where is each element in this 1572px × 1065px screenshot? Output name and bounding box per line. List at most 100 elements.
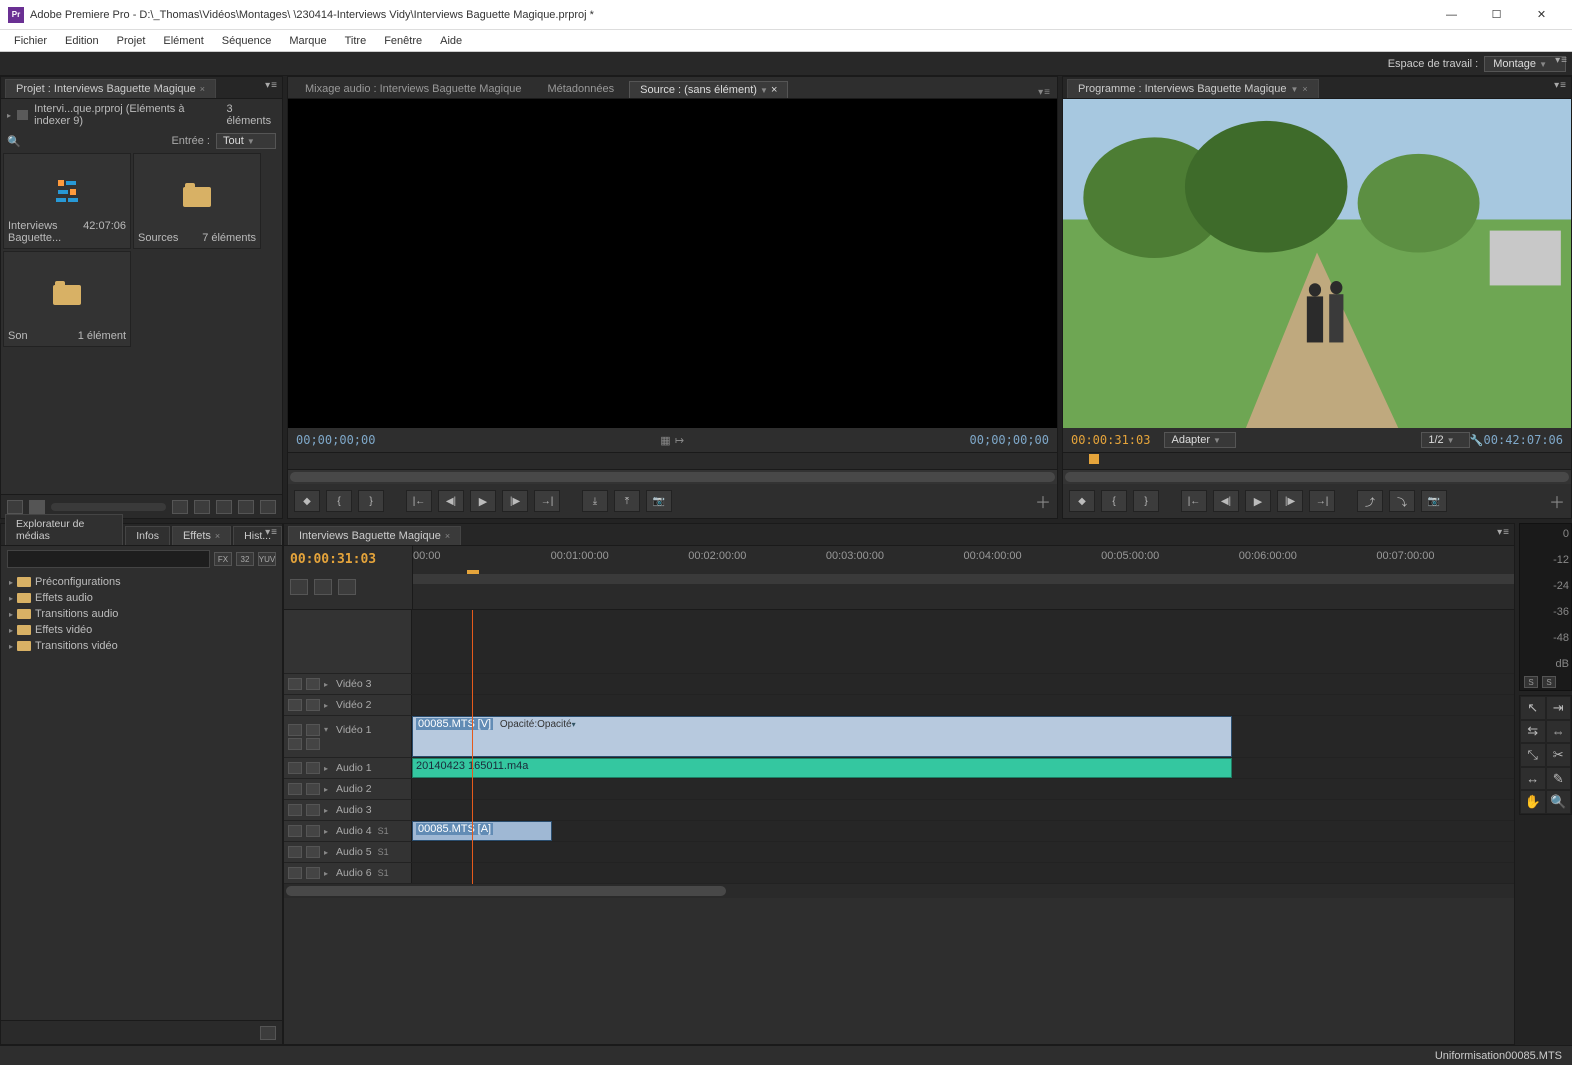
clip-audio-4[interactable]: 00085.MTS [A] bbox=[412, 821, 552, 841]
settings-icon[interactable]: ▦ bbox=[659, 434, 673, 446]
source-in-timecode[interactable]: 00;00;00;00 bbox=[296, 433, 375, 447]
new-bin-icon[interactable] bbox=[216, 500, 232, 514]
toggle-track-output-icon[interactable] bbox=[288, 699, 302, 711]
pen-tool[interactable]: ✎ bbox=[1546, 767, 1572, 791]
entry-select[interactable]: Tout ▼ bbox=[216, 133, 276, 149]
menu-sequence[interactable]: Séquence bbox=[214, 33, 280, 49]
step-forward-button[interactable]: |▶ bbox=[502, 490, 528, 512]
toggle-sync-lock-icon[interactable] bbox=[306, 867, 320, 879]
toggle-sync-lock-icon[interactable] bbox=[306, 724, 320, 736]
source-panel-menu-icon[interactable]: ▾≡ bbox=[1038, 87, 1051, 98]
new-custom-bin-icon[interactable] bbox=[260, 1026, 276, 1040]
program-fit-select[interactable]: Adapter ▼ bbox=[1164, 432, 1235, 448]
mute-icon[interactable] bbox=[288, 783, 302, 795]
minimize-button[interactable]: — bbox=[1429, 0, 1474, 30]
zoom-tool[interactable]: 🔍 bbox=[1546, 790, 1572, 814]
32bit-badge[interactable]: 32 bbox=[236, 552, 254, 566]
workspace-select[interactable]: Montage ▼ bbox=[1484, 56, 1566, 72]
mute-icon[interactable] bbox=[288, 846, 302, 858]
tab-effets[interactable]: Effets × bbox=[172, 526, 231, 545]
toggle-track-output-icon[interactable] bbox=[288, 678, 302, 690]
icon-view-icon[interactable] bbox=[29, 500, 45, 514]
fx-node-video-transitions[interactable]: ▸Transitions vidéo bbox=[5, 638, 278, 654]
mute-icon[interactable] bbox=[288, 804, 302, 816]
mute-icon[interactable] bbox=[288, 825, 302, 837]
project-tab[interactable]: Projet : Interviews Baguette Magique× bbox=[5, 79, 216, 98]
track-audio-6[interactable]: ▸Audio 6S1 bbox=[284, 863, 1514, 884]
menu-aide[interactable]: Aide bbox=[432, 33, 470, 49]
toggle-sync-lock-icon[interactable] bbox=[306, 783, 320, 795]
rolling-edit-tool[interactable]: ⇔ bbox=[1546, 720, 1572, 744]
add-marker-button[interactable]: ◆ bbox=[294, 490, 320, 512]
slip-tool[interactable]: ↔ bbox=[1520, 767, 1546, 791]
selection-tool[interactable]: ↖ bbox=[1520, 696, 1546, 720]
button-editor-icon[interactable]: ＋ bbox=[1549, 489, 1565, 513]
step-back-button[interactable]: ◀| bbox=[438, 490, 464, 512]
close-button[interactable]: ✕ bbox=[1519, 0, 1564, 30]
go-to-in-button[interactable]: |← bbox=[406, 490, 432, 512]
rate-stretch-tool[interactable]: ⤡ bbox=[1520, 743, 1546, 767]
mark-out-button[interactable]: } bbox=[1133, 490, 1159, 512]
fx-node-audio-effects[interactable]: ▸Effets audio bbox=[5, 590, 278, 606]
toggle-sync-lock-icon[interactable] bbox=[306, 825, 320, 837]
track-video-1[interactable]: ▾Vidéo 1 00085.MTS [V] Opacité:Opacité▾ bbox=[284, 716, 1514, 758]
search-icon[interactable]: 🔍 bbox=[7, 135, 21, 147]
yuv-badge[interactable]: YUV bbox=[258, 552, 276, 566]
project-panel-menu-icon[interactable]: ▾≡ bbox=[265, 80, 278, 91]
mute-icon[interactable] bbox=[288, 867, 302, 879]
timeline-h-scrollbar[interactable] bbox=[284, 884, 1514, 898]
track-video-3[interactable]: ▸Vidéo 3 bbox=[284, 674, 1514, 695]
keyframe-nav-icon[interactable] bbox=[306, 738, 320, 750]
insert-button[interactable]: ⤓ bbox=[582, 490, 608, 512]
keyframe-display-icon[interactable] bbox=[288, 738, 302, 750]
project-item-sequence[interactable]: Interviews Baguette...42:07:06 bbox=[3, 153, 131, 249]
playhead-line[interactable] bbox=[472, 610, 473, 884]
fx-node-presets[interactable]: ▸Préconfigurations bbox=[5, 574, 278, 590]
thumb-size-slider[interactable] bbox=[51, 503, 166, 511]
step-forward-button[interactable]: |▶ bbox=[1277, 490, 1303, 512]
source-time-ruler[interactable] bbox=[288, 452, 1057, 470]
timeline-panel-menu-icon[interactable]: ▾≡ bbox=[1497, 527, 1510, 538]
toggle-sync-lock-icon[interactable] bbox=[306, 699, 320, 711]
playhead-marker-icon[interactable] bbox=[1089, 454, 1099, 464]
razor-tool[interactable]: ✂ bbox=[1546, 743, 1572, 767]
menu-titre[interactable]: Titre bbox=[337, 33, 375, 49]
toggle-sync-lock-icon[interactable] bbox=[306, 762, 320, 774]
track-video-2[interactable]: ▸Vidéo 2 bbox=[284, 695, 1514, 716]
effects-search-input[interactable] bbox=[7, 550, 210, 568]
tab-mixage-audio[interactable]: Mixage audio : Interviews Baguette Magiq… bbox=[294, 80, 532, 98]
menu-projet[interactable]: Projet bbox=[109, 33, 154, 49]
track-audio-5[interactable]: ▸Audio 5S1 bbox=[284, 842, 1514, 863]
overwrite-button[interactable]: ⤒ bbox=[614, 490, 640, 512]
program-scrollbar[interactable] bbox=[1063, 470, 1571, 484]
export-frame-button[interactable]: 📷 bbox=[646, 490, 672, 512]
fx-node-audio-transitions[interactable]: ▸Transitions audio bbox=[5, 606, 278, 622]
menu-edition[interactable]: Edition bbox=[57, 33, 107, 49]
fx-node-video-effects[interactable]: ▸Effets vidéo bbox=[5, 622, 278, 638]
source-scrollbar[interactable] bbox=[288, 470, 1057, 484]
menu-fichier[interactable]: Fichier bbox=[6, 33, 55, 49]
automate-icon[interactable] bbox=[172, 500, 188, 514]
export-frame-button[interactable]: 📷 bbox=[1421, 490, 1447, 512]
add-marker-button[interactable]: ◆ bbox=[1069, 490, 1095, 512]
track-select-tool[interactable]: ⇥ bbox=[1546, 696, 1572, 720]
accelerated-fx-badge[interactable]: FX bbox=[214, 552, 232, 566]
project-item-bin-son[interactable]: Son1 élément bbox=[3, 251, 131, 347]
mark-out-button[interactable]: } bbox=[358, 490, 384, 512]
maximize-button[interactable]: ☐ bbox=[1474, 0, 1519, 30]
play-button[interactable]: ▶ bbox=[470, 490, 496, 512]
program-time-ruler[interactable] bbox=[1063, 452, 1571, 470]
track-audio-3[interactable]: ▸Audio 3 bbox=[284, 800, 1514, 821]
add-marker-icon[interactable] bbox=[338, 579, 356, 595]
new-item-icon[interactable] bbox=[238, 500, 254, 514]
clip-audio-1[interactable]: 20140423 165011.m4a bbox=[412, 758, 1232, 778]
insert-overlay-icon[interactable]: ↦ bbox=[673, 434, 687, 446]
mark-in-button[interactable]: { bbox=[1101, 490, 1127, 512]
button-editor-icon[interactable]: ＋ bbox=[1035, 489, 1051, 513]
track-audio-1[interactable]: ▸Audio 1 20140423 165011.m4a bbox=[284, 758, 1514, 779]
lift-button[interactable]: ⤴ bbox=[1357, 490, 1383, 512]
workspace-menu-icon[interactable]: ▾≡ bbox=[1555, 55, 1568, 66]
program-panel-menu-icon[interactable]: ▾≡ bbox=[1554, 80, 1567, 91]
solo-right-button[interactable]: S bbox=[1542, 676, 1556, 688]
program-resolution-select[interactable]: 1/2 ▼ bbox=[1421, 432, 1469, 448]
